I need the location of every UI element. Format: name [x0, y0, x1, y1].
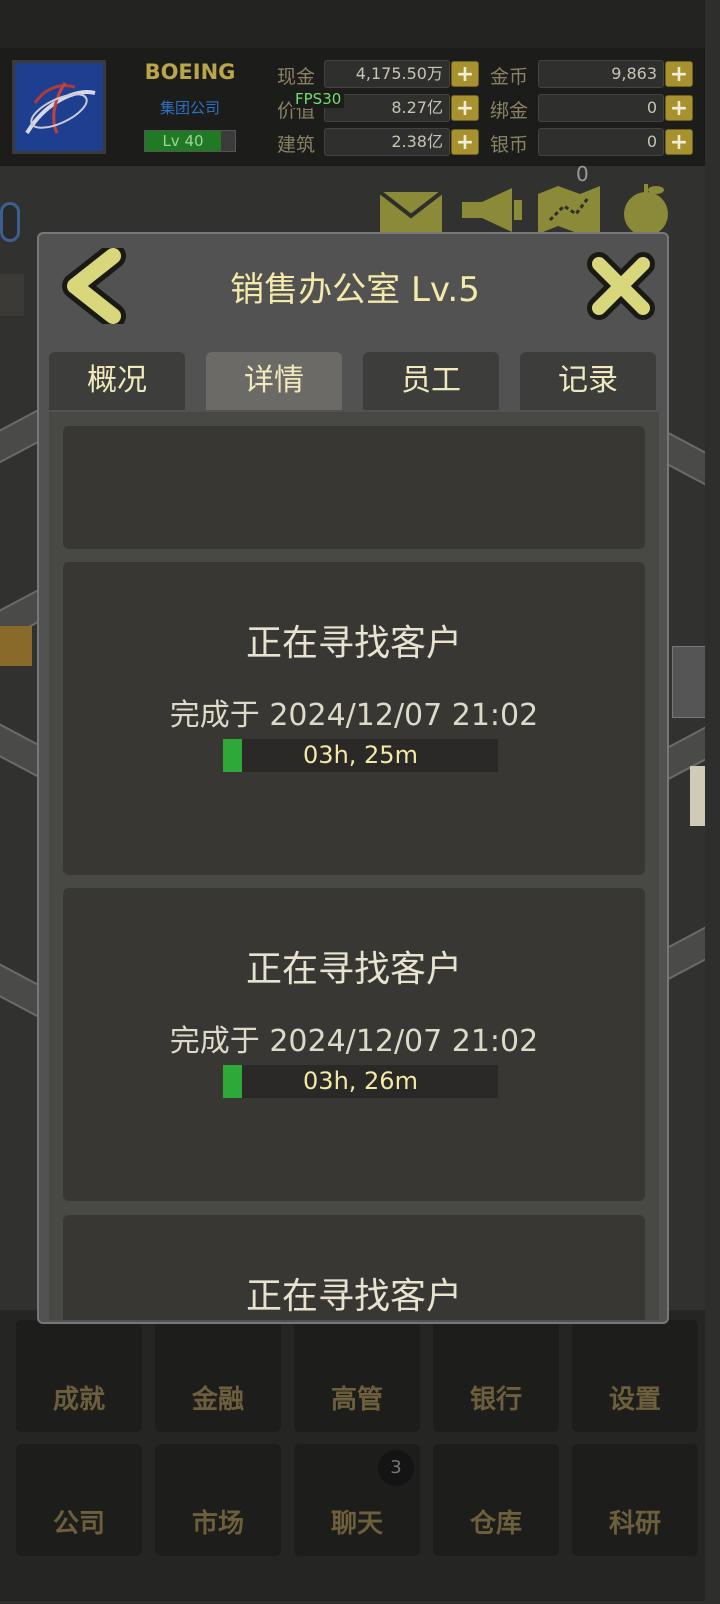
dialog-title: 销售办公室 Lv.5 [230, 270, 480, 310]
level-bar: Lv 40 [144, 130, 236, 152]
menu-executives[interactable]: 高管 [294, 1320, 420, 1432]
task-title: 正在寻找客户 [245, 949, 462, 990]
task-card: 正在寻找客户 完成于 2024/12/07 21:02 03h, 26m [63, 888, 645, 1201]
menu-warehouse[interactable]: 仓库 [433, 1444, 559, 1556]
bound-gold-label: 绑金 [490, 100, 529, 122]
map-notice-tag [0, 274, 24, 316]
map-avatar-icon[interactable] [0, 202, 20, 242]
megaphone-icon[interactable] [458, 184, 524, 234]
menu-achievements[interactable]: 成就 [16, 1320, 142, 1432]
map-icon[interactable] [536, 184, 602, 234]
menu-bank[interactable]: 银行 [433, 1320, 559, 1432]
envelope-icon[interactable] [378, 186, 444, 234]
task-remaining: 03h, 25m [303, 741, 418, 769]
building-label: 建筑 [277, 134, 316, 156]
close-icon[interactable] [585, 250, 657, 322]
gold-value: 9,863 [538, 60, 664, 88]
menu-company[interactable]: 公司 [16, 1444, 142, 1556]
silver-value: 0 [538, 128, 664, 156]
fps-counter: FPS30 [292, 90, 345, 108]
task-remaining: 03h, 26m [303, 1067, 418, 1095]
task-title: 正在寻找客户 [245, 623, 462, 664]
cash-label: 现金 [277, 66, 316, 88]
map-building [690, 766, 705, 826]
silver-add-button[interactable]: + [665, 129, 693, 155]
tab-records[interactable]: 记录 [520, 352, 656, 410]
tab-overview[interactable]: 概况 [49, 352, 185, 410]
level-label: Lv 40 [162, 132, 204, 150]
dialog-tabs: 概况 详情 员工 记录 [49, 352, 659, 412]
cash-add-button[interactable]: + [451, 61, 479, 87]
task-complete-time: 完成于 2024/12/07 21:02 [169, 698, 539, 733]
company-logo[interactable] [12, 60, 106, 154]
sales-office-dialog: 销售办公室 Lv.5 概况 详情 员工 记录 正在寻找客户 完成于 2024/1… [37, 232, 669, 1324]
bound-gold-value: 0 [538, 94, 664, 122]
menu-market[interactable]: 市场 [155, 1444, 281, 1556]
empty-card [63, 426, 645, 549]
task-progress-bar: 03h, 26m [223, 1065, 498, 1098]
silver-label: 银币 [490, 134, 529, 156]
tab-details[interactable]: 详情 [206, 352, 342, 410]
map-badge: 0 [576, 162, 589, 186]
apple-icon[interactable] [614, 182, 678, 236]
menu-research[interactable]: 科研 [572, 1444, 698, 1556]
status-bar [0, 0, 705, 48]
building-value: 2.38亿 [324, 128, 450, 156]
gold-add-button[interactable]: + [665, 61, 693, 87]
task-title: 正在寻找客户 [245, 1276, 462, 1317]
company-logo-graphic [15, 63, 103, 151]
tab-staff[interactable]: 员工 [363, 352, 499, 410]
bound-gold-add-button[interactable]: + [665, 95, 693, 121]
task-card: 正在寻找客户 完成于 2024/12/07 21:02 03h, 25m [63, 562, 645, 875]
task-progress-bar: 03h, 25m [223, 739, 498, 772]
task-complete-time: 完成于 2024/12/07 21:02 [169, 1024, 539, 1059]
chat-unread-badge: 3 [378, 1450, 414, 1486]
value-add-button[interactable]: + [451, 95, 479, 121]
task-card: 正在寻找客户 [63, 1215, 645, 1320]
cash-value: 4,175.50万 [324, 60, 450, 88]
company-name: BOEING [144, 60, 236, 84]
company-type: 集团公司 [159, 99, 220, 117]
details-list[interactable]: 正在寻找客户 完成于 2024/12/07 21:02 03h, 25m 正在寻… [49, 412, 659, 1320]
map-building [672, 646, 705, 718]
gold-label: 金币 [490, 66, 529, 88]
menu-finance[interactable]: 金融 [155, 1320, 281, 1432]
map-building [0, 626, 32, 666]
menu-settings[interactable]: 设置 [572, 1320, 698, 1432]
building-add-button[interactable]: + [451, 129, 479, 155]
